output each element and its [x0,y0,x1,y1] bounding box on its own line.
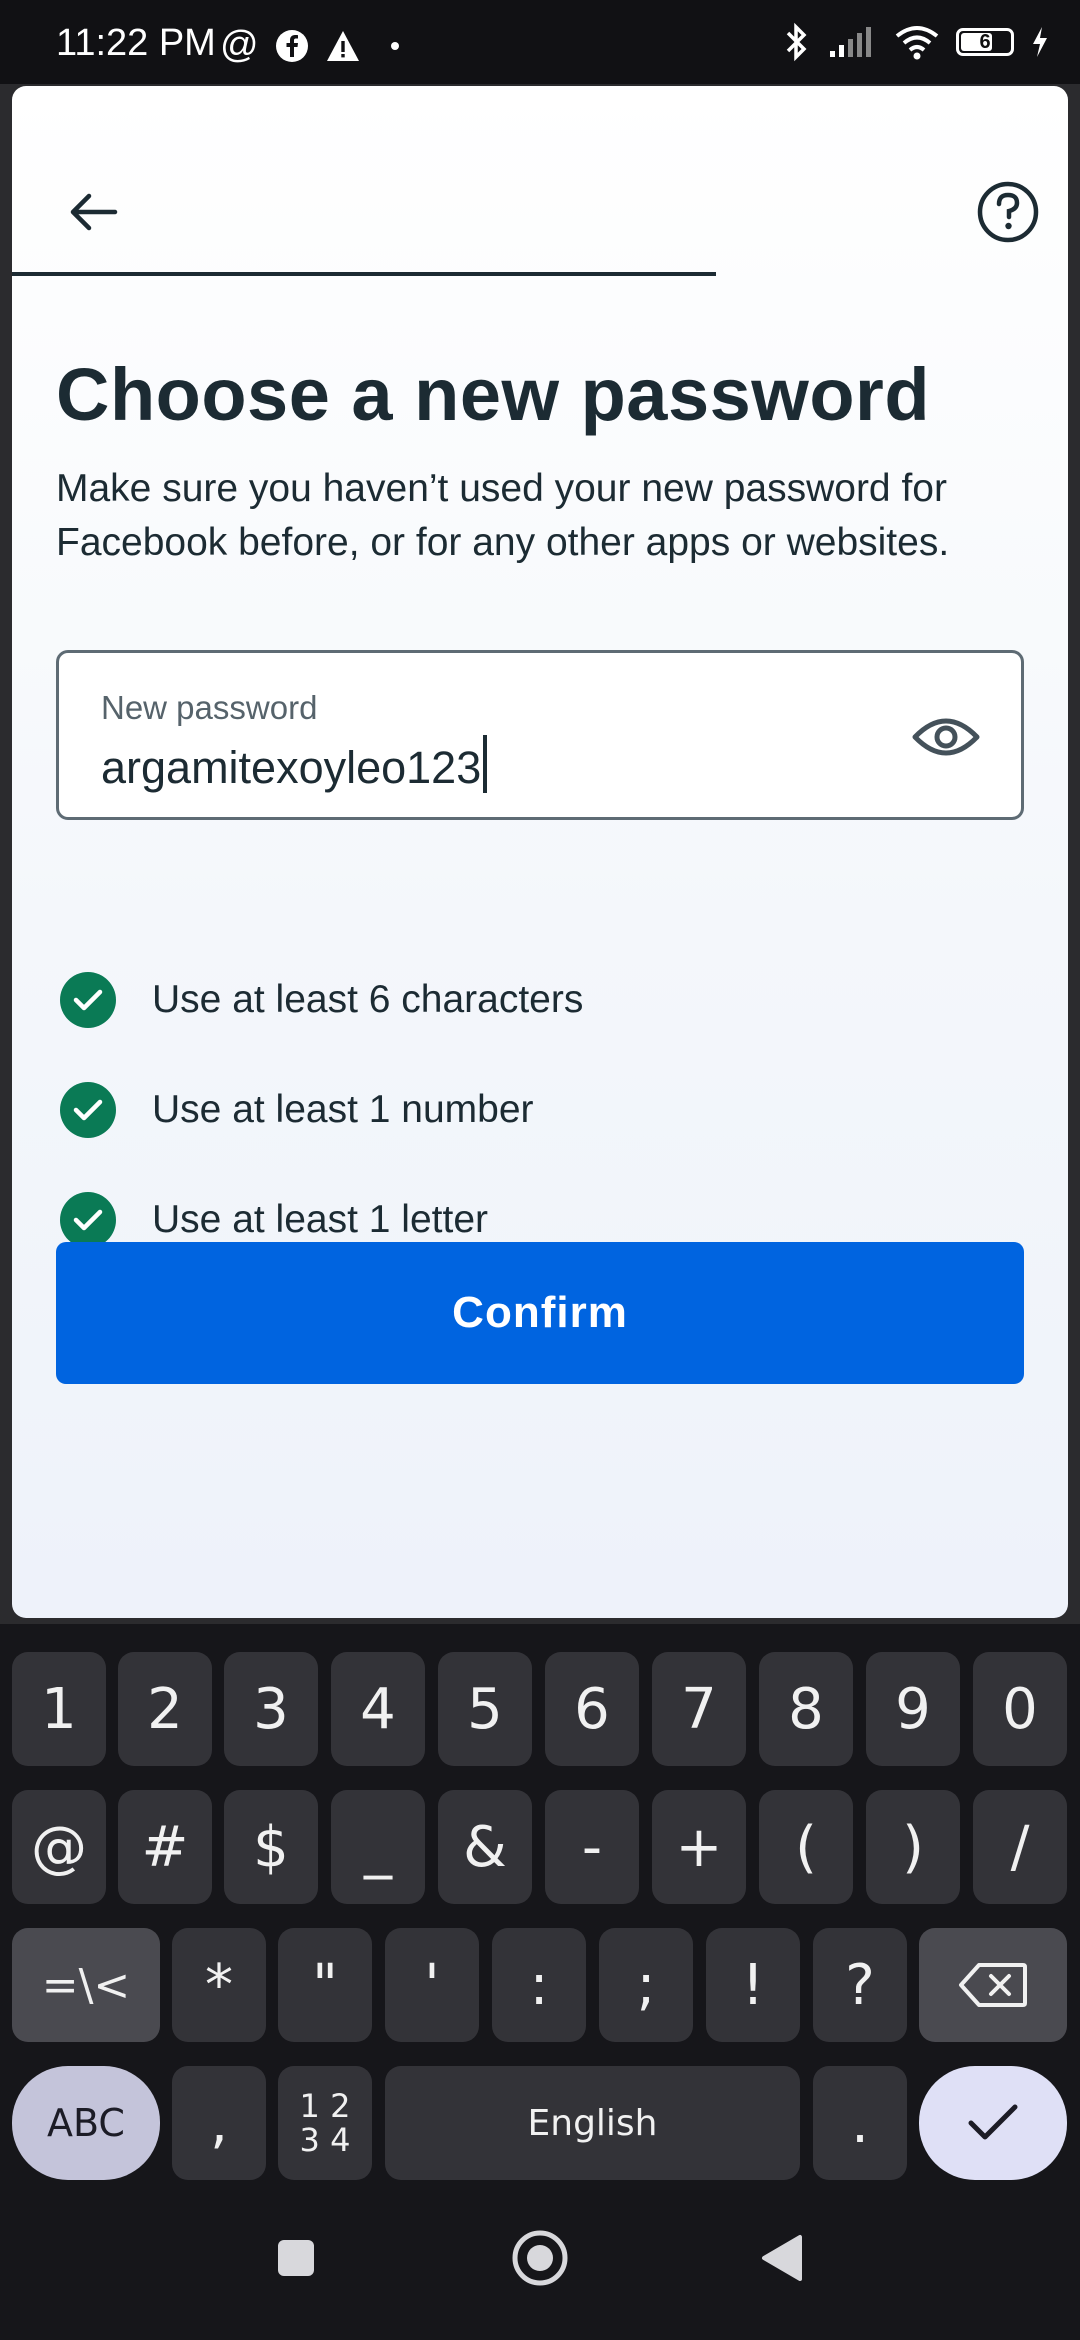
page-title: Choose a new password [56,353,931,436]
wifi-icon [895,26,939,60]
key-2[interactable]: 2 [118,1652,212,1766]
key-semicolon[interactable]: ; [599,1928,693,2042]
new-password-label: New password [101,689,318,726]
new-password-value: argamitexoyleo123 [101,742,482,793]
text-cursor [483,735,488,793]
key-5[interactable]: 5 [438,1652,532,1766]
key-slash[interactable]: / [973,1790,1067,1904]
check-circle-icon [60,1082,116,1138]
page-description: Make sure you haven’t used your new pass… [56,467,950,564]
key-6[interactable]: 6 [545,1652,639,1766]
at-sign-icon: @ [220,24,259,66]
check-circle-icon [60,972,116,1028]
key-more-symbols[interactable]: =\< [12,1928,160,2042]
key-minus[interactable]: - [545,1790,639,1904]
requirement-item: Use at least 1 letter [60,1190,488,1250]
numpad-key[interactable]: 1 2 3 4 [278,2066,372,2180]
status-bar: 11:22 PM @ 6 [0,0,1080,84]
check-circle-icon [60,1192,116,1248]
help-button[interactable] [966,170,1050,254]
key-single-quote[interactable]: ' [385,1928,479,2042]
battery-level: 6 [979,30,991,53]
keyboard: 1 2 3 4 5 6 7 8 9 0 @ # $ _ & - + ( ) / … [0,1624,1080,2184]
home-button[interactable] [500,2218,580,2298]
square-icon [278,2240,314,2276]
home-circle-icon [512,2230,568,2286]
abc-key[interactable]: ABC [12,2066,160,2180]
back-nav-button[interactable] [742,2218,822,2298]
requirement-text: Use at least 1 letter [152,1198,488,1241]
key-comma[interactable]: , [172,2066,266,2180]
triangle-back-icon [762,2235,802,2281]
space-key[interactable]: English [385,2066,800,2180]
backspace-icon [959,1963,1027,2007]
warning-icon [326,30,359,61]
progress-bar [12,272,716,276]
dot-icon [390,41,399,50]
battery-icon: 6 [956,28,1014,56]
key-asterisk[interactable]: * [172,1928,266,2042]
requirement-item: Use at least 6 characters [60,970,583,1030]
key-question[interactable]: ? [813,1928,907,2042]
key-period[interactable]: . [813,2066,907,2180]
backspace-key[interactable] [919,1928,1067,2042]
requirement-text: Use at least 6 characters [152,978,584,1021]
key-ampersand[interactable]: & [438,1790,532,1904]
new-password-input[interactable]: argamitexoyleo123 [101,735,488,794]
key-7[interactable]: 7 [652,1652,746,1766]
show-password-icon[interactable] [911,709,981,765]
signal-icon [830,27,871,57]
requirement-item: Use at least 1 number [60,1080,534,1140]
key-close-paren[interactable]: ) [866,1790,960,1904]
key-4[interactable]: 4 [331,1652,425,1766]
key-open-paren[interactable]: ( [759,1790,853,1904]
charging-icon [1033,27,1047,57]
numpad-label-bottom: 3 4 [299,2121,351,2159]
key-0[interactable]: 0 [973,1652,1067,1766]
question-circle-icon [977,181,1039,243]
bluetooth-icon [786,22,807,62]
key-colon[interactable]: : [492,1928,586,2042]
arrow-left-icon [70,193,118,231]
key-3[interactable]: 3 [224,1652,318,1766]
key-9[interactable]: 9 [866,1652,960,1766]
key-dollar[interactable]: $ [224,1790,318,1904]
system-icons: 6 [782,22,1050,62]
password-reset-sheet: Choose a new password Make sure you have… [12,86,1068,1618]
requirement-text: Use at least 1 number [152,1088,534,1131]
back-button[interactable] [52,170,136,254]
facebook-icon [275,29,308,62]
key-8[interactable]: 8 [759,1652,853,1766]
numpad-label-top: 1 2 [299,2087,351,2125]
key-plus[interactable]: + [652,1790,746,1904]
done-key[interactable] [919,2066,1067,2180]
checkmark-icon [968,2104,1018,2140]
key-1[interactable]: 1 [12,1652,106,1766]
notification-icons: @ [220,24,399,67]
key-double-quote[interactable]: " [278,1928,372,2042]
key-hash[interactable]: # [118,1790,212,1904]
key-underscore[interactable]: _ [331,1790,425,1904]
status-time: 11:22 PM [56,22,216,64]
key-at[interactable]: @ [12,1790,106,1904]
confirm-button[interactable]: Confirm [56,1242,1024,1384]
recents-button[interactable] [256,2218,336,2298]
new-password-field[interactable]: New password argamitexoyleo123 [56,650,1024,820]
navigation-bar [0,2184,1080,2340]
key-exclamation[interactable]: ! [706,1928,800,2042]
